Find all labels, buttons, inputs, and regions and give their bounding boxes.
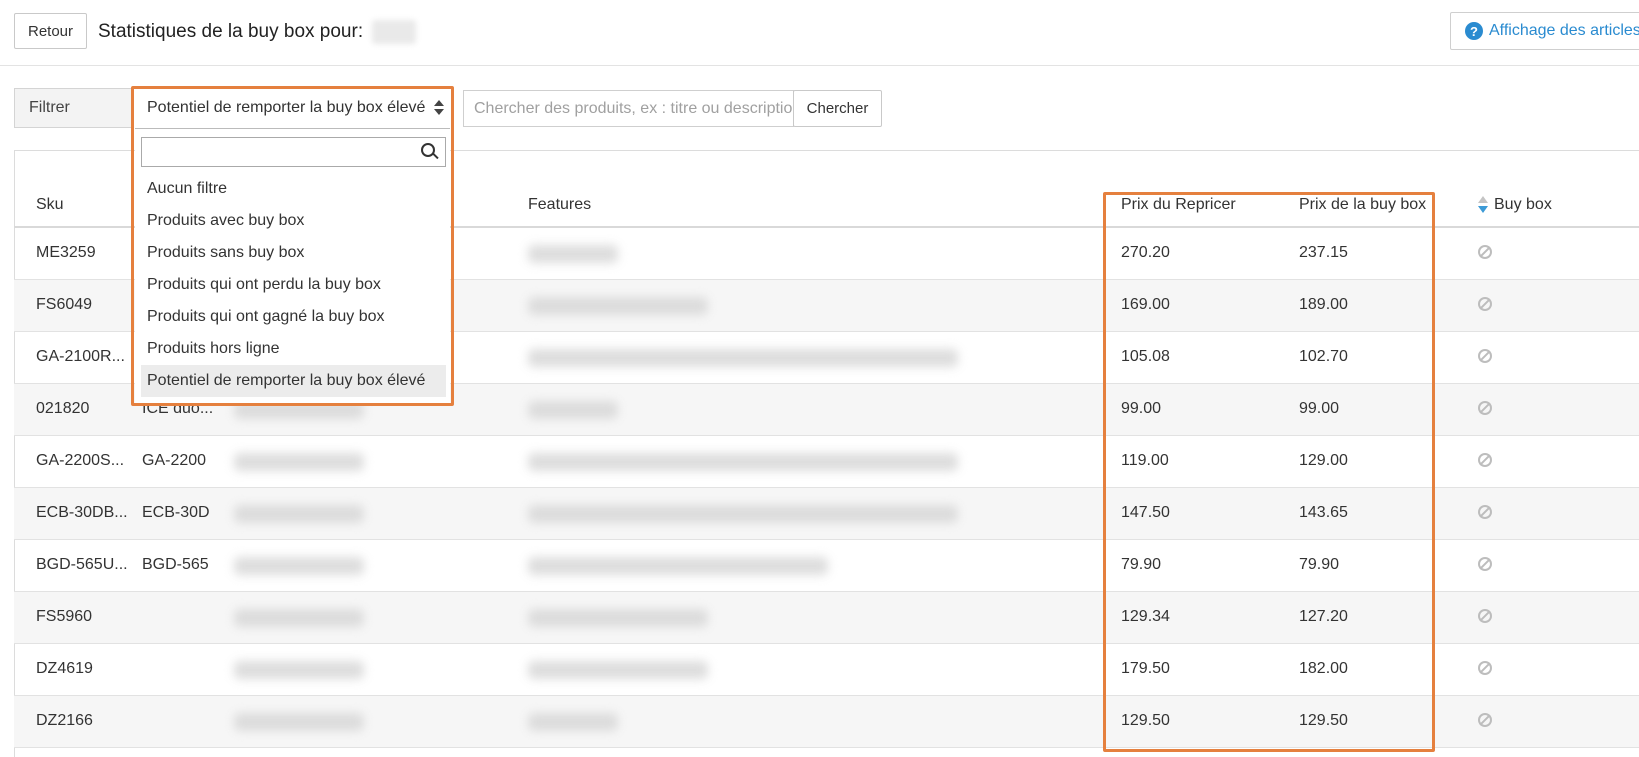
cell-buybox-price: 129.50 bbox=[1299, 712, 1348, 729]
redacted-title bbox=[234, 661, 364, 679]
cell-repricer-price: 105.08 bbox=[1121, 348, 1170, 365]
filter-option[interactable]: Produits qui ont perdu la buy box bbox=[141, 269, 446, 301]
table-row[interactable]: BGD-565U... BGD-565 79.90 79.90 bbox=[14, 540, 1639, 592]
cell-sku: GA-2100R... bbox=[36, 348, 125, 365]
cell-buybox-price: 79.90 bbox=[1299, 556, 1340, 573]
cell-model: GA-2200 bbox=[142, 452, 207, 469]
cell-buybox-price: 189.00 bbox=[1299, 296, 1348, 313]
filter-option[interactable]: Aucun filtre bbox=[141, 173, 446, 205]
column-header-buybox[interactable]: Buy box bbox=[1494, 196, 1552, 214]
cell-buybox-price: 99.00 bbox=[1299, 400, 1340, 417]
table-row[interactable]: ECB-30DB... ECB-30D 147.50 143.65 bbox=[14, 488, 1639, 540]
cell-buybox-price: 182.00 bbox=[1299, 660, 1348, 677]
cell-buybox-price: 102.70 bbox=[1299, 348, 1348, 365]
redacted-store-name bbox=[372, 20, 417, 44]
redacted-title bbox=[234, 453, 364, 471]
select-arrows-icon bbox=[434, 100, 444, 116]
articles-display-button[interactable]: ? Affichage des articles bbox=[1450, 12, 1639, 50]
column-header-features[interactable]: Features bbox=[528, 196, 591, 214]
redacted-title bbox=[234, 713, 364, 731]
filter-select[interactable]: Potentiel de remporter la buy box élevé bbox=[135, 88, 450, 128]
column-header-sku[interactable]: Sku bbox=[36, 196, 64, 214]
redacted-features bbox=[528, 453, 958, 471]
no-buybox-icon bbox=[1478, 661, 1492, 675]
no-buybox-icon bbox=[1478, 453, 1492, 467]
cell-repricer-price: 129.50 bbox=[1121, 712, 1170, 729]
cell-sku: BGD-565U... bbox=[36, 556, 128, 573]
dropdown-search-input[interactable] bbox=[141, 137, 446, 167]
search-icon bbox=[421, 143, 439, 161]
cell-model: BGD-565 bbox=[142, 556, 209, 573]
cell-repricer-price: 147.50 bbox=[1121, 504, 1170, 521]
filter-label: Filtrer bbox=[14, 88, 134, 128]
column-header-buybox-price[interactable]: Prix de la buy box bbox=[1299, 196, 1426, 214]
cell-sku: DZ4619 bbox=[36, 660, 93, 677]
cell-repricer-price: 179.50 bbox=[1121, 660, 1170, 677]
redacted-features bbox=[528, 557, 828, 575]
filter-option-selected[interactable]: Potentiel de remporter la buy box élevé bbox=[141, 365, 446, 397]
cell-repricer-price: 169.00 bbox=[1121, 296, 1170, 313]
cell-sku: 021820 bbox=[36, 400, 90, 417]
redacted-title bbox=[234, 609, 364, 627]
no-buybox-icon bbox=[1478, 609, 1492, 623]
table-row[interactable]: FS5960 129.34 127.20 bbox=[14, 592, 1639, 644]
cell-buybox-price: 129.00 bbox=[1299, 452, 1348, 469]
redacted-features bbox=[528, 609, 708, 627]
cell-sku: FS5960 bbox=[36, 608, 93, 625]
cell-sku: GA-2200S... bbox=[36, 452, 125, 469]
redacted-title bbox=[234, 557, 364, 575]
cell-repricer-price: 119.00 bbox=[1121, 452, 1169, 469]
no-buybox-icon bbox=[1478, 557, 1492, 571]
cell-sku: FS6049 bbox=[36, 296, 93, 313]
filter-dropdown: Aucun filtre Produits avec buy box Produ… bbox=[135, 128, 450, 404]
redacted-features bbox=[528, 349, 958, 367]
cell-sku: ECB-30DB... bbox=[36, 504, 128, 521]
cell-buybox-price: 143.65 bbox=[1299, 504, 1348, 521]
filter-option[interactable]: Produits sans buy box bbox=[141, 237, 446, 269]
filter-selected-value: Potentiel de remporter la buy box élevé bbox=[147, 99, 426, 116]
table-row[interactable]: GA-2200S... GA-2200 119.00 129.00 bbox=[14, 436, 1639, 488]
articles-display-label: Affichage des articles bbox=[1489, 22, 1639, 39]
redacted-features bbox=[528, 297, 708, 315]
search-button[interactable]: Chercher bbox=[793, 90, 882, 127]
filter-option[interactable]: Produits qui ont gagné la buy box bbox=[141, 301, 446, 333]
no-buybox-icon bbox=[1478, 713, 1492, 727]
redacted-features bbox=[528, 713, 618, 731]
table-row[interactable]: DZ4619 179.50 182.00 bbox=[14, 644, 1639, 696]
cell-repricer-price: 270.20 bbox=[1121, 244, 1170, 261]
no-buybox-icon bbox=[1478, 245, 1492, 259]
no-buybox-icon bbox=[1478, 505, 1492, 519]
product-search-input[interactable] bbox=[463, 90, 794, 127]
redacted-features bbox=[528, 401, 618, 419]
cell-sku: ME3259 bbox=[36, 244, 96, 261]
redacted-features bbox=[528, 505, 958, 523]
no-buybox-icon bbox=[1478, 349, 1492, 363]
cell-sku: DZ2166 bbox=[36, 712, 93, 729]
cell-repricer-price: 79.90 bbox=[1121, 556, 1162, 573]
help-icon: ? bbox=[1465, 22, 1483, 40]
sort-icon[interactable] bbox=[1478, 196, 1488, 216]
redacted-features bbox=[528, 245, 618, 263]
table-row[interactable]: DZ2166 129.50 129.50 bbox=[14, 696, 1639, 748]
filter-option[interactable]: Produits hors ligne bbox=[141, 333, 446, 365]
page-title: Statistiques de la buy box pour: bbox=[98, 20, 417, 44]
column-header-repricer-price[interactable]: Prix du Repricer bbox=[1121, 196, 1236, 214]
page-title-text: Statistiques de la buy box pour: bbox=[98, 21, 364, 43]
page-header: Retour Statistiques de la buy box pour: … bbox=[0, 0, 1639, 66]
no-buybox-icon bbox=[1478, 297, 1492, 311]
cell-repricer-price: 99.00 bbox=[1121, 400, 1162, 417]
no-buybox-icon bbox=[1478, 401, 1492, 415]
redacted-title bbox=[234, 505, 364, 523]
filter-option[interactable]: Produits avec buy box bbox=[141, 205, 446, 237]
cell-buybox-price: 127.20 bbox=[1299, 608, 1348, 625]
cell-repricer-price: 129.34 bbox=[1121, 608, 1170, 625]
redacted-features bbox=[528, 661, 708, 679]
cell-buybox-price: 237.15 bbox=[1299, 244, 1348, 261]
cell-model: ECB-30D bbox=[142, 504, 210, 521]
back-button[interactable]: Retour bbox=[14, 13, 87, 49]
